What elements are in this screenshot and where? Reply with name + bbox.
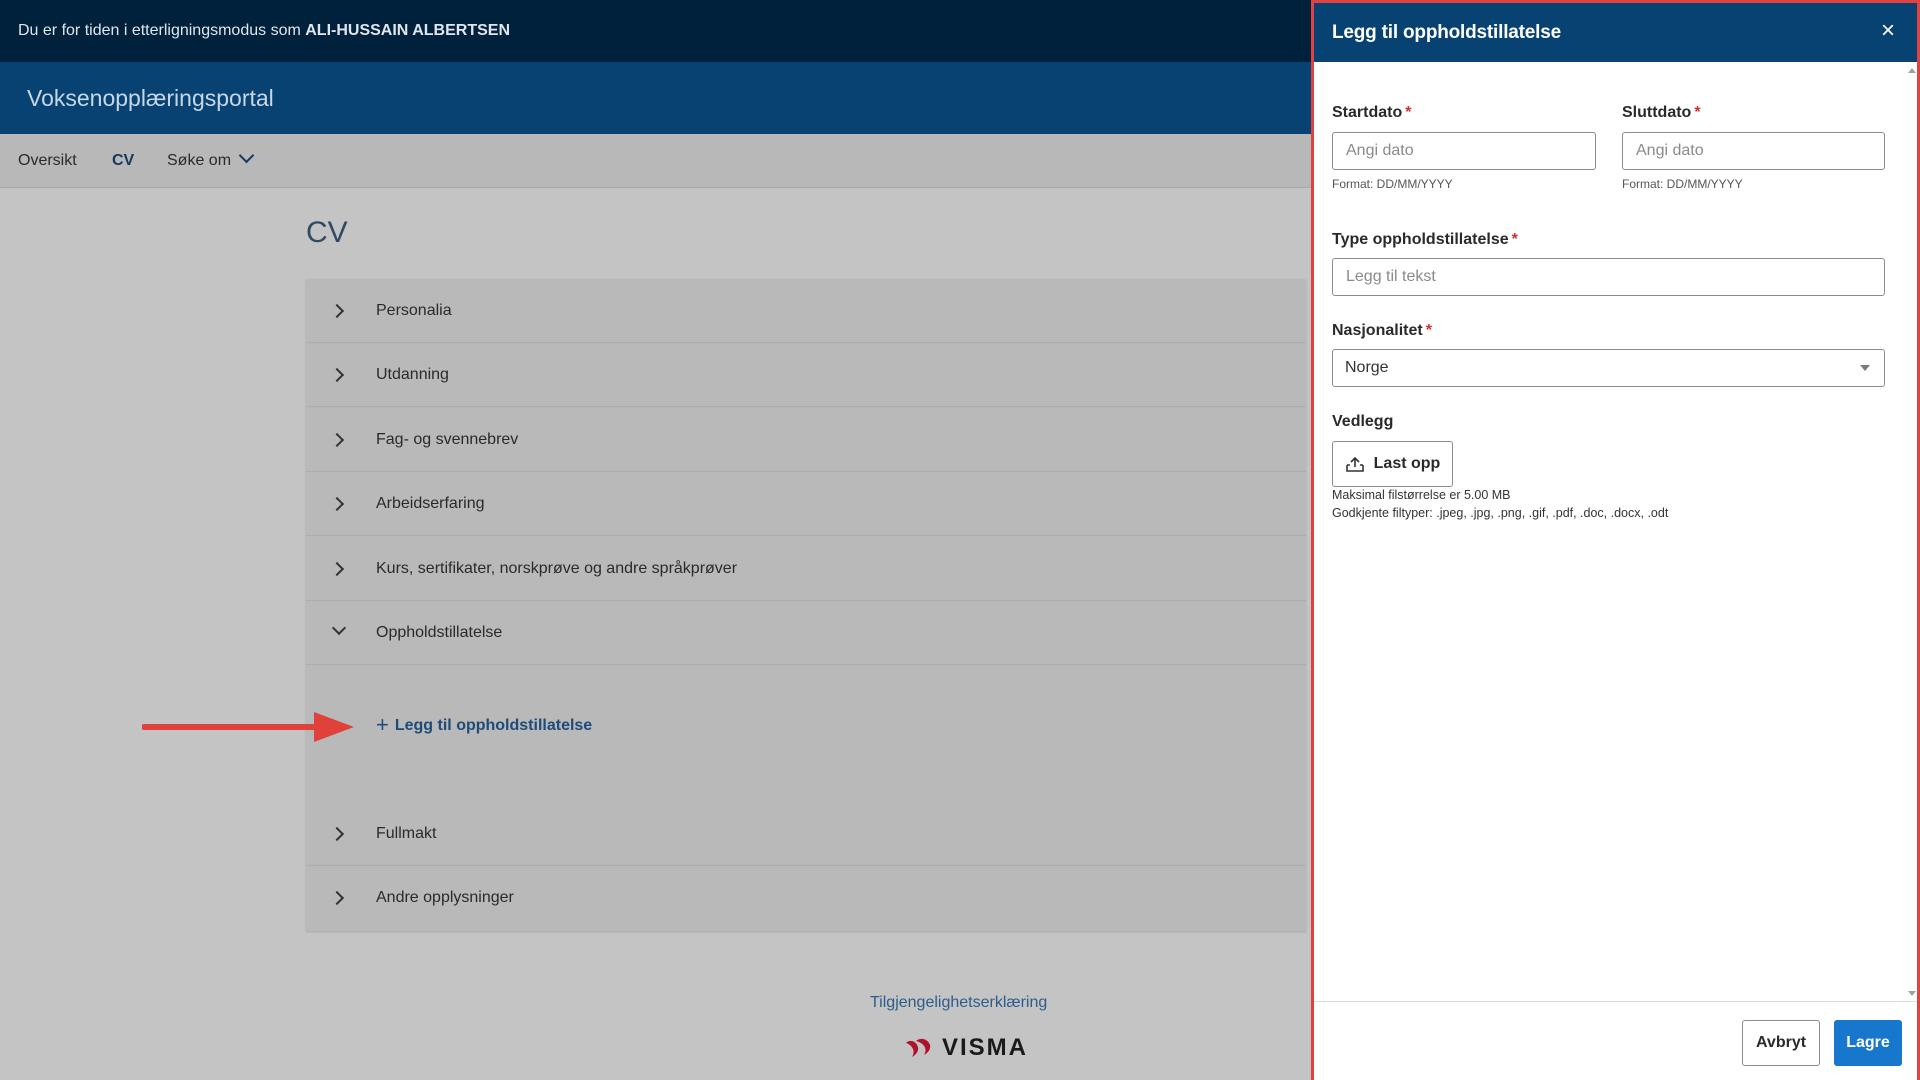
nationality-selected-value: Norge	[1345, 359, 1389, 376]
accordion-item-fag-og-svennebrev[interactable]: Fag- og svennebrev	[306, 408, 1306, 472]
chevron-right-icon	[329, 367, 345, 383]
scroll-down-icon[interactable]	[1908, 991, 1916, 996]
add-residence-permit-label: Legg til oppholdstillatelse	[394, 717, 593, 734]
plus-icon: +	[376, 712, 389, 737]
visma-logo-mark-icon	[906, 1038, 931, 1057]
add-residence-permit-link[interactable]: + Legg til oppholdstillatelse	[376, 710, 593, 737]
upload-button[interactable]: Last opp	[1332, 441, 1453, 487]
nationality-select[interactable]: Norge	[1332, 349, 1885, 387]
accordion-item-kurs[interactable]: Kurs, sertifikater, norskprøve og andre …	[306, 537, 1306, 601]
dialog-title: Legg til oppholdstillatelse	[1332, 22, 1561, 43]
accordion-item-oppholdstillatelse[interactable]: Oppholdstillatelse	[306, 601, 1306, 665]
red-arrow-annotation	[142, 712, 354, 742]
accordion-item-arbeidserfaring[interactable]: Arbeidserfaring	[306, 472, 1306, 536]
accordion-item-label: Kurs, sertifikater, norskprøve og andre …	[376, 560, 738, 577]
required-marker: *	[1511, 231, 1518, 248]
upload-button-label: Last opp	[1373, 455, 1441, 472]
chevron-right-icon	[329, 561, 345, 577]
dialog-footer: Avbryt Lagre	[1314, 1001, 1917, 1080]
required-marker: *	[1694, 104, 1701, 121]
chevron-right-icon	[329, 826, 345, 842]
save-button[interactable]: Lagre	[1834, 1020, 1902, 1066]
permit-type-label: Type oppholdstillatelse *	[1332, 231, 1518, 249]
visma-logo: VISMA	[904, 1034, 1028, 1062]
page-title: CV	[306, 216, 348, 249]
add-residence-permit-dialog: Legg til oppholdstillatelse × Startdato *…	[1311, 0, 1920, 1080]
chevron-down-icon	[238, 147, 255, 164]
scroll-up-icon[interactable]	[1908, 68, 1916, 73]
accordion-item-label: Fag- og svennebrev	[376, 431, 519, 448]
nav-item-apply[interactable]: Søke om	[167, 134, 255, 188]
accordion-item-personalia[interactable]: Personalia	[306, 279, 1306, 343]
permit-type-input[interactable]	[1332, 258, 1885, 296]
impersonated-user: ALI-HUSSAIN ALBERTSEN	[305, 22, 510, 39]
dialog-scrollbar[interactable]	[1903, 62, 1917, 1002]
caret-down-icon	[1860, 365, 1870, 371]
end-date-label-text: Sluttdato	[1622, 104, 1692, 121]
start-date-input[interactable]	[1332, 132, 1596, 170]
nav-item-overview[interactable]: Oversikt	[18, 134, 77, 188]
nav-item-apply-label: Søke om	[167, 152, 232, 169]
chevron-right-icon	[329, 890, 345, 906]
accordion-item-fullmakt[interactable]: Fullmakt	[306, 802, 1306, 866]
upload-icon	[1345, 456, 1364, 472]
nationality-label: Nasjonalitet *	[1332, 322, 1432, 340]
nav-item-cv[interactable]: CV	[112, 134, 134, 188]
required-marker: *	[1425, 322, 1432, 339]
end-date-input[interactable]	[1622, 132, 1885, 170]
nationality-label-text: Nasjonalitet	[1332, 322, 1423, 339]
accordion-item-label: Andre opplysninger	[376, 889, 514, 906]
required-marker: *	[1405, 104, 1412, 121]
chevron-right-icon	[329, 432, 345, 448]
permit-type-label-text: Type oppholdstillatelse	[1332, 231, 1509, 248]
accessibility-statement-link[interactable]: Tilgjengelighetserklæring	[870, 994, 1047, 1012]
start-date-label-text: Startdato	[1332, 104, 1403, 121]
end-date-label: Sluttdato *	[1622, 104, 1701, 122]
accordion-item-label: Oppholdstillatelse	[376, 624, 503, 641]
chevron-down-icon	[331, 620, 347, 636]
accordion-item-label: Utdanning	[376, 366, 449, 383]
accepted-file-types-note: Godkjente filtyper: .jpeg, .jpg, .png, .…	[1332, 506, 1669, 520]
visma-logo-text: VISMA	[942, 1034, 1029, 1061]
max-file-size-note: Maksimal filstørrelse er 5.00 MB	[1332, 488, 1511, 502]
portal-title[interactable]: Voksenopplæringsportal	[0, 62, 318, 134]
accordion-item-andre-opplysninger[interactable]: Andre opplysninger	[306, 866, 1306, 930]
accordion-item-utdanning[interactable]: Utdanning	[306, 343, 1306, 407]
end-date-hint: Format: DD/MM/YYYY	[1622, 177, 1743, 191]
accordion-item-label: Personalia	[376, 302, 452, 319]
chevron-right-icon	[329, 303, 345, 319]
accordion-item-label: Fullmakt	[376, 825, 437, 842]
dialog-header: Legg til oppholdstillatelse ×	[1314, 3, 1917, 62]
cancel-button[interactable]: Avbryt	[1742, 1020, 1820, 1066]
attachment-label: Vedlegg	[1332, 413, 1394, 430]
chevron-right-icon	[329, 496, 345, 512]
impersonation-prefix: Du er for tiden i etterligningsmodus som	[18, 22, 301, 39]
start-date-label: Startdato *	[1332, 104, 1411, 122]
accordion-item-label: Arbeidserfaring	[376, 495, 485, 512]
close-icon[interactable]: ×	[1875, 18, 1901, 44]
start-date-hint: Format: DD/MM/YYYY	[1332, 177, 1453, 191]
cv-accordion: Personalia Utdanning Fag- og svennebrev …	[306, 279, 1306, 931]
